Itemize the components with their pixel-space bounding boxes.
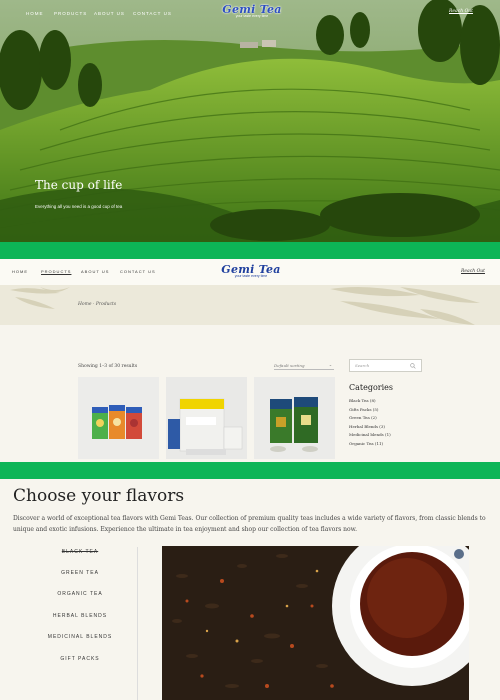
reach-out-link[interactable]: Reach Out — [449, 9, 473, 14]
shop-reach-out-link[interactable]: Reach Out — [461, 269, 485, 274]
category-link[interactable]: Green Tea (2) — [349, 414, 391, 423]
product-card[interactable] — [78, 377, 159, 459]
shop-nav-about-us[interactable]: About Us — [81, 269, 109, 274]
results-count: Showing 1–3 of 30 results — [78, 364, 138, 369]
categories-list: Black Tea (8) Gifts Packs (5) Green Tea … — [349, 397, 391, 448]
hero-subtitle: Everything all you need is a good cup of… — [35, 204, 123, 209]
flavor-tab-herbal-blends[interactable]: Herbal Blends — [30, 613, 130, 619]
flavor-tab-medicinal-blends[interactable]: Medicinal Blends — [30, 634, 130, 640]
bamboo-leaves-decoration — [10, 287, 480, 325]
sort-select[interactable]: Default sorting ⌄ — [274, 361, 334, 370]
menu-divider — [137, 547, 138, 700]
category-link[interactable]: Black Tea (8) — [349, 397, 391, 406]
sort-label: Default sorting — [274, 363, 305, 368]
shop-nav-contact-us[interactable]: Contact Us — [120, 269, 156, 274]
logo[interactable]: Gemi Tea your taste every time — [222, 4, 282, 18]
page-banner: Home · Products — [0, 285, 500, 325]
search-placeholder: Search — [355, 363, 370, 368]
categories-heading: Categories — [349, 383, 393, 392]
category-link[interactable]: Gifts Packs (5) — [349, 406, 391, 415]
search-icon[interactable] — [410, 363, 416, 369]
breadcrumb: Home · Products — [78, 302, 117, 307]
shop-nav-home[interactable]: Home — [12, 269, 28, 274]
nav-products[interactable]: Products — [54, 11, 87, 16]
product-image — [254, 377, 335, 459]
nav-about-us[interactable]: About Us — [94, 11, 125, 16]
product-image — [166, 377, 247, 459]
product-image — [78, 377, 159, 459]
shop-header: Home Products About Us Contact Us Gemi T… — [0, 259, 500, 285]
product-card[interactable] — [254, 377, 335, 459]
category-link[interactable]: Medicinal blends (1) — [349, 431, 391, 440]
nav-contact-us[interactable]: Contact Us — [133, 11, 172, 16]
category-link[interactable]: Herbal Blends (3) — [349, 423, 391, 432]
hero-title: The cup of life — [35, 178, 123, 192]
black-tea-image — [162, 546, 469, 700]
shop-nav-products[interactable]: Products — [41, 269, 71, 274]
hero-section: Home Products About Us Contact Us Gemi T… — [0, 0, 500, 242]
flavor-tab-black-tea[interactable]: Black Tea — [30, 549, 130, 555]
green-divider — [0, 242, 500, 259]
flavors-description: Discover a world of exceptional tea flav… — [13, 515, 486, 533]
search-input[interactable]: Search — [349, 359, 422, 372]
shop-logo[interactable]: Gemi Tea your taste every time — [220, 264, 282, 278]
product-card[interactable] — [166, 377, 247, 459]
green-divider — [0, 462, 500, 479]
flavor-tab-gift-packs[interactable]: Gift Packs — [30, 656, 130, 662]
flavor-tab-organic-tea[interactable]: Organic Tea — [30, 591, 130, 597]
flavors-heading: Choose your flavors — [13, 486, 185, 506]
flavor-tab-green-tea[interactable]: Green Tea — [30, 570, 130, 576]
category-link[interactable]: Organic Tea (11) — [349, 440, 391, 449]
nav-home[interactable]: Home — [26, 11, 44, 16]
chevron-down-icon: ⌄ — [328, 362, 332, 367]
